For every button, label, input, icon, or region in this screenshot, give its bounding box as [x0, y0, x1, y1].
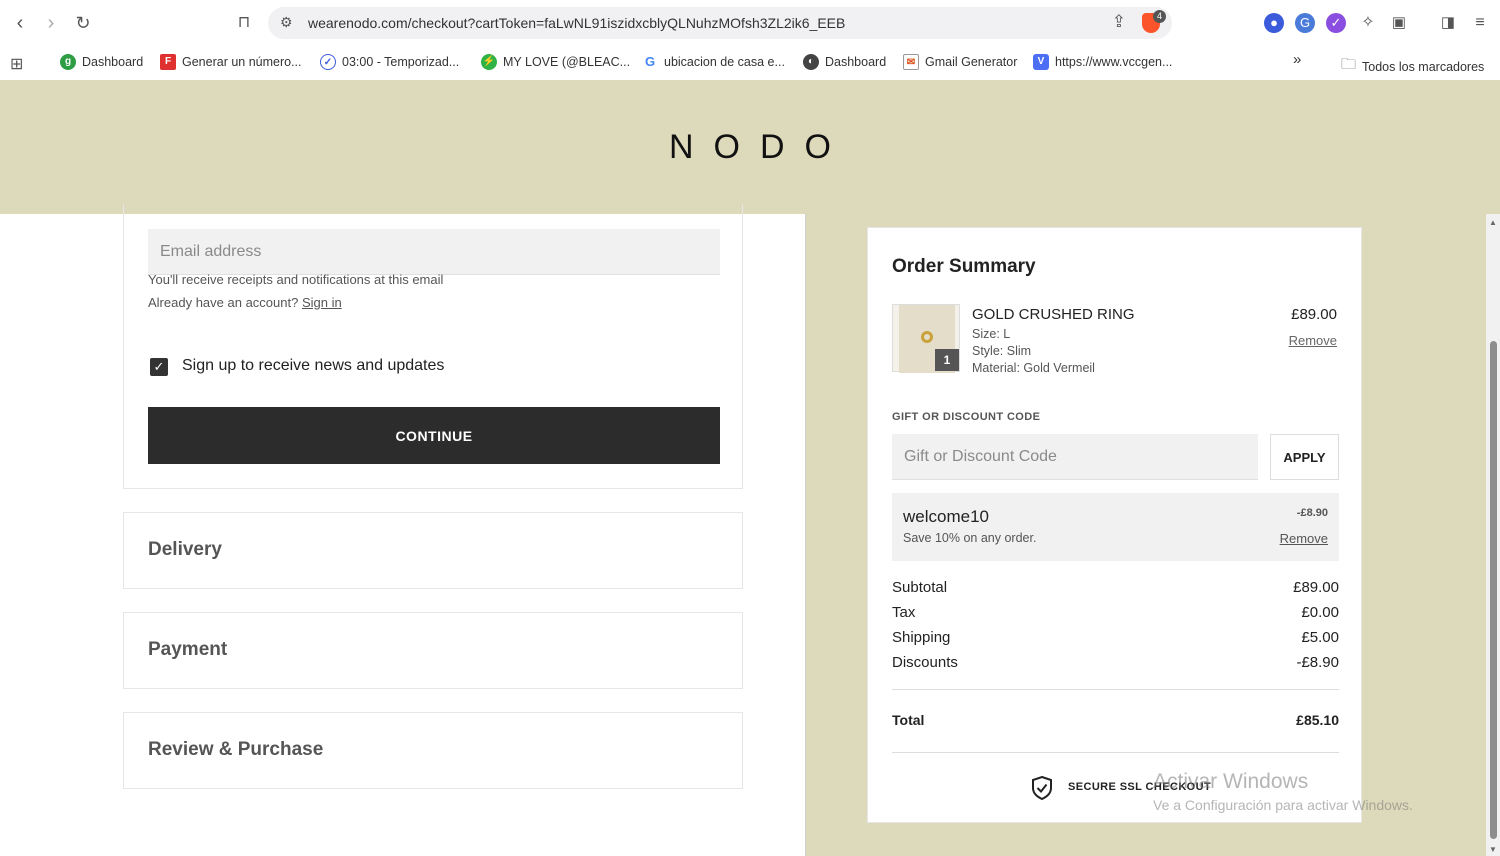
shield-count-badge: 4 — [1153, 10, 1166, 23]
sign-in-prompt: Already have an account? Sign in — [148, 295, 342, 310]
site-settings-icon[interactable]: ⚙ — [280, 14, 293, 31]
bookmark-item[interactable]: F Generar un número... — [160, 54, 302, 70]
divider — [892, 689, 1339, 690]
reload-icon[interactable]: ↻ — [72, 12, 94, 34]
discounts-row: Discounts -£8.90 — [892, 654, 1339, 671]
total-row: Total £85.10 — [892, 712, 1339, 728]
newsletter-label: Sign up to receive news and updates — [182, 357, 445, 374]
bookmark-item[interactable]: ◐ Dashboard — [803, 54, 886, 70]
divider — [892, 752, 1339, 753]
product-thumbnail: 1 — [892, 304, 960, 373]
folder-icon: 🗀 — [1341, 56, 1357, 73]
back-icon[interactable]: ‹ — [9, 12, 31, 34]
gift-code-input[interactable] — [892, 434, 1258, 480]
gift-code-label: GIFT OR DISCOUNT CODE — [892, 411, 1041, 423]
bookmark-item[interactable]: V https://www.vccgen... — [1033, 54, 1172, 70]
site-logo[interactable]: NODO — [0, 128, 1500, 167]
scroll-down-icon[interactable]: ▼ — [1489, 845, 1497, 854]
tab-search-icon[interactable]: ▣ — [1389, 13, 1409, 33]
extension-icon-1[interactable]: ● — [1264, 13, 1284, 33]
checkout-steps: You'll receive receipts and notification… — [0, 204, 805, 856]
applied-promo: welcome10 Save 10% on any order. -£8.90 … — [892, 493, 1339, 561]
sign-in-link[interactable]: Sign in — [302, 295, 342, 310]
payment-section[interactable]: Payment — [123, 612, 743, 689]
promo-description: Save 10% on any order. — [903, 531, 1037, 545]
url-text[interactable]: wearenodo.com/checkout?cartToken=faLwNL9… — [308, 15, 845, 31]
scroll-thumb[interactable] — [1490, 341, 1497, 839]
extensions-puzzle-icon[interactable]: ✧ — [1358, 13, 1378, 33]
product-price: £89.00 — [1291, 306, 1337, 323]
site-header: NODO — [0, 80, 1500, 214]
section-title: Payment — [148, 639, 228, 660]
all-bookmarks[interactable]: 🗀 Todos los marcadores — [1341, 54, 1484, 79]
bookmark-item[interactable]: ✓ 03:00 - Temporizad... — [320, 54, 459, 70]
menu-icon[interactable]: ≡ — [1470, 13, 1490, 33]
contact-section: You'll receive receipts and notification… — [123, 204, 743, 489]
order-summary: Order Summary 1 GOLD CRUSHED RING Size: … — [867, 227, 1362, 823]
scroll-up-icon[interactable]: ▲ — [1489, 218, 1497, 227]
bookmark-item[interactable]: ✉ Gmail Generator — [903, 54, 1017, 70]
extension-icon-3[interactable]: ✓ — [1326, 13, 1346, 33]
page-scrollbar[interactable]: ▲ ▼ — [1486, 214, 1500, 856]
quantity-badge: 1 — [935, 349, 959, 371]
globe-icon: ◐ — [803, 54, 819, 70]
remove-item-link[interactable]: Remove — [1289, 333, 1337, 348]
section-title: Review & Purchase — [148, 739, 324, 760]
section-title: Delivery — [148, 539, 222, 560]
check-circle-icon: ✓ — [320, 54, 336, 70]
continue-button[interactable]: CONTINUE — [148, 407, 720, 464]
tax-row: Tax £0.00 — [892, 604, 1339, 621]
bookmarks-bar: ⊞ g Dashboard F Generar un número... ✓ 0… — [0, 46, 1500, 80]
apply-button[interactable]: APPLY — [1270, 434, 1339, 480]
bookmark-item[interactable]: G ubicacion de casa e... — [642, 54, 785, 70]
bookmark-icon[interactable]: ⊓ — [233, 12, 255, 34]
f-square-icon: F — [160, 54, 176, 70]
bookmark-item[interactable]: g Dashboard — [60, 54, 143, 70]
g-circle-icon: g — [60, 54, 76, 70]
shield-check-icon — [1032, 776, 1052, 800]
bolt-icon: ⚡ — [481, 54, 497, 70]
bookmark-item[interactable]: ⚡ MY LOVE (@BLEAC... — [481, 54, 630, 70]
product-name: GOLD CRUSHED RING — [972, 306, 1135, 323]
mail-icon: ✉ — [903, 54, 919, 70]
v-icon: V — [1033, 54, 1049, 70]
remove-promo-link[interactable]: Remove — [1280, 531, 1328, 546]
product-size: Size: L — [972, 327, 1011, 341]
shipping-row: Shipping £5.00 — [892, 629, 1339, 646]
email-hint: You'll receive receipts and notification… — [148, 272, 444, 287]
google-icon: G — [642, 54, 658, 70]
promo-amount: -£8.90 — [1296, 507, 1328, 519]
delivery-section[interactable]: Delivery — [123, 512, 743, 589]
share-icon[interactable]: ⇪ — [1112, 12, 1126, 32]
windows-watermark-subtitle: Ve a Configuración para activar Windows. — [1153, 797, 1413, 813]
bookmarks-overflow[interactable]: » — [1293, 51, 1301, 68]
review-section[interactable]: Review & Purchase — [123, 712, 743, 789]
ring-icon — [921, 331, 933, 343]
windows-watermark-title: Activar Windows — [1153, 770, 1309, 793]
address-bar[interactable]: ⚙ wearenodo.com/checkout?cartToken=faLwN… — [268, 7, 1172, 39]
forward-icon[interactable]: › — [40, 12, 62, 34]
product-material: Material: Gold Vermeil — [972, 361, 1095, 375]
promo-code: welcome10 — [903, 507, 989, 526]
translate-icon[interactable]: G — [1295, 13, 1315, 33]
apps-grid-icon[interactable]: ⊞ — [10, 54, 23, 74]
subtotal-row: Subtotal £89.00 — [892, 579, 1339, 596]
email-input[interactable] — [148, 229, 720, 275]
summary-title: Order Summary — [892, 256, 1036, 277]
browser-toolbar: ‹ › ↻ ⊓ ⚙ wearenodo.com/checkout?cartTok… — [0, 0, 1500, 46]
product-style: Style: Slim — [972, 344, 1032, 358]
order-summary-panel: Order Summary 1 GOLD CRUSHED RING Size: … — [805, 214, 1486, 856]
newsletter-checkbox[interactable]: ✓ — [150, 358, 168, 376]
sidebar-icon[interactable]: ◨ — [1438, 13, 1458, 33]
